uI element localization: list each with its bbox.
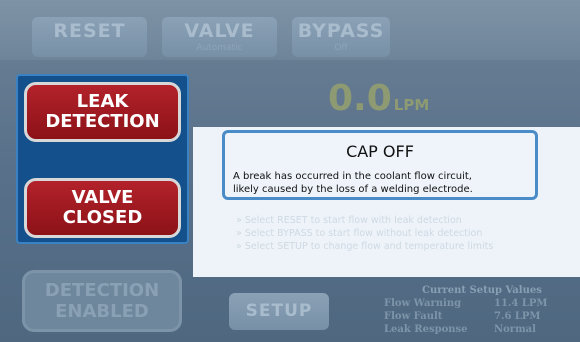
setup-key: Flow Warning	[384, 298, 462, 309]
setup-row: Leak Response Normal	[384, 323, 547, 336]
setup-value: Normal	[494, 324, 536, 335]
flow-readout: 0.0 LPM	[328, 78, 429, 119]
bypass-button[interactable]: BYPASS Off	[292, 17, 390, 57]
bypass-state: Off	[334, 43, 348, 53]
setup-row: Flow Fault 7.6 LPM	[384, 310, 547, 323]
valve-mode: Automatic	[196, 43, 243, 53]
setup-value: 11.4 LPM	[494, 298, 548, 309]
hint-reset: » Select RESET to start flow with leak d…	[236, 215, 462, 226]
leak-detection-line2: DETECTION	[45, 111, 160, 132]
detection-enabled-button[interactable]: DETECTION ENABLED	[22, 270, 182, 332]
alert-title: CAP OFF	[346, 142, 414, 161]
reset-label: RESET	[53, 20, 126, 42]
leak-detection-indicator: LEAK DETECTION	[24, 82, 181, 142]
alert-message: A break has occurred in the coolant flow…	[233, 170, 473, 196]
detection-enabled-line2: ENABLED	[55, 301, 149, 322]
top-button-bar: RESET VALVE Automatic BYPASS Off	[0, 0, 580, 60]
setup-values-header: Current Setup Values	[422, 285, 542, 296]
cap-off-alert: CAP OFF A break has occurred in the cool…	[222, 130, 538, 200]
hint-bypass: » Select BYPASS to start flow without le…	[236, 228, 483, 239]
valve-closed-line1: VALVE	[71, 187, 134, 208]
current-setup-values: Current Setup Values Flow Warning 11.4 L…	[384, 284, 547, 336]
flow-unit: LPM	[393, 96, 430, 114]
hint-setup: » Select SETUP to change flow and temper…	[236, 241, 494, 252]
valve-label: VALVE	[184, 20, 255, 42]
alert-message-line1: A break has occurred in the coolant flow…	[233, 171, 472, 182]
instruction-hints: » Select RESET to start flow with leak d…	[236, 214, 493, 253]
setup-button[interactable]: SETUP	[229, 293, 329, 330]
status-panel: LEAK DETECTION VALVE CLOSED	[16, 74, 189, 244]
setup-key: Flow Fault	[384, 311, 443, 322]
setup-key: Leak Response	[384, 324, 468, 335]
leak-detection-line1: LEAK	[76, 91, 129, 112]
alert-message-line2: likely caused by the loss of a welding e…	[233, 184, 473, 195]
valve-closed-line2: CLOSED	[62, 207, 143, 228]
valve-button[interactable]: VALVE Automatic	[162, 17, 277, 57]
flow-value: 0.0	[328, 78, 392, 119]
detection-enabled-line1: DETECTION	[44, 280, 160, 301]
bypass-label: BYPASS	[297, 20, 385, 42]
valve-closed-indicator: VALVE CLOSED	[24, 178, 181, 238]
setup-row: Flow Warning 11.4 LPM	[384, 297, 547, 310]
reset-button[interactable]: RESET	[32, 17, 147, 57]
setup-value: 7.6 LPM	[494, 311, 541, 322]
